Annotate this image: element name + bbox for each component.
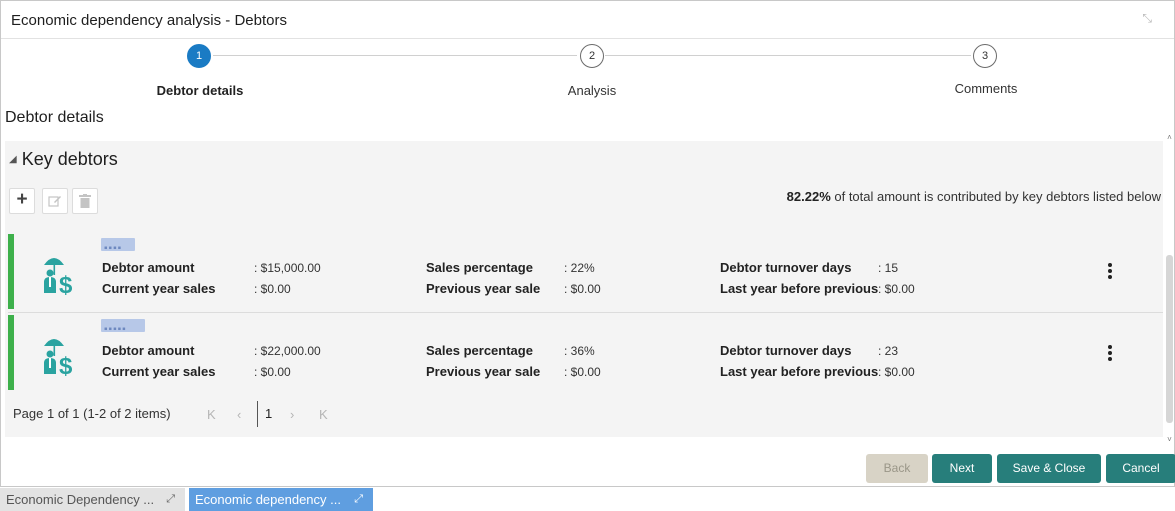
previous-year-sale-value: : $0.00 bbox=[564, 365, 601, 379]
debtor-card: $ ▪▪▪▪▪ Debtor amount : $22,000.00 Curre… bbox=[8, 315, 1163, 390]
taskbar-tab-label: Economic dependency ... bbox=[195, 492, 341, 507]
page-title: Debtor details bbox=[5, 109, 104, 126]
title-bar: Economic dependency analysis - Debtors ⤡ bbox=[1, 1, 1174, 39]
card-menu-kebab-icon[interactable] bbox=[1104, 262, 1116, 282]
back-button[interactable]: Back bbox=[866, 454, 928, 483]
vertical-scrollbar[interactable]: ˄ ˅ bbox=[1165, 133, 1174, 445]
key-debtors-panel: ◢ Key debtors + 82.22% of total amount is… bbox=[5, 141, 1163, 437]
step-3-label[interactable]: Comments bbox=[955, 81, 1018, 96]
previous-year-sale-label: Previous year sale bbox=[426, 281, 541, 296]
debtor-amount-label: Debtor amount bbox=[102, 343, 195, 358]
previous-year-sale-value: : $0.00 bbox=[564, 282, 601, 296]
sales-percentage-value: : 22% bbox=[564, 261, 595, 275]
step-connector bbox=[213, 55, 577, 56]
edit-debtor-button[interactable] bbox=[42, 188, 68, 214]
expand-arrows-icon[interactable]: ⤢ bbox=[166, 488, 175, 511]
step-3-circle[interactable]: 3 bbox=[973, 44, 997, 68]
card-menu-kebab-icon[interactable] bbox=[1104, 344, 1116, 364]
edit-icon bbox=[48, 196, 61, 207]
train-stepper: 1 2 3 Debtor details Analysis Comments bbox=[1, 41, 1174, 101]
debtor-card: $ ▪▪▪▪ Debtor amount : $15,000.00 Curren… bbox=[8, 234, 1163, 309]
step-1-circle[interactable]: 1 bbox=[187, 44, 211, 68]
previous-year-sale-label: Previous year sale bbox=[426, 364, 541, 379]
last-page-icon[interactable]: K bbox=[319, 407, 328, 422]
svg-text:$: $ bbox=[59, 353, 73, 376]
cancel-button[interactable]: Cancel bbox=[1106, 454, 1175, 483]
taskbar-tab-label: Economic Dependency ... bbox=[6, 492, 155, 507]
step-2-circle[interactable]: 2 bbox=[580, 44, 604, 68]
expand-arrows-icon[interactable]: ⤢ bbox=[354, 488, 363, 511]
economic-dependency-window: Economic dependency analysis - Debtors ⤡… bbox=[0, 0, 1175, 487]
svg-text:$: $ bbox=[59, 272, 73, 295]
add-debtor-button[interactable]: + bbox=[9, 188, 35, 214]
last-year-before-previous-label: Last year before previous bbox=[720, 364, 879, 379]
debtor-name[interactable]: ▪▪▪▪▪ bbox=[101, 319, 145, 335]
next-page-icon[interactable]: › bbox=[290, 407, 294, 422]
debtor-amount-value: : $22,000.00 bbox=[254, 344, 321, 358]
previous-page-icon[interactable]: ‹ bbox=[237, 407, 241, 422]
taskbar-tab[interactable]: Economic Dependency ... ⤢ bbox=[0, 488, 185, 511]
debtor-money-icon: $ bbox=[44, 339, 73, 376]
scroll-thumb[interactable] bbox=[1166, 255, 1173, 423]
current-page-number[interactable]: 1 bbox=[257, 401, 277, 427]
contribution-text: of total amount is contributed by key de… bbox=[830, 189, 1161, 204]
key-debtors-title: Key debtors bbox=[21, 149, 118, 169]
first-page-icon[interactable]: K bbox=[207, 407, 216, 422]
debtor-turnover-days-label: Debtor turnover days bbox=[720, 260, 852, 275]
debtor-name[interactable]: ▪▪▪▪ bbox=[101, 238, 135, 254]
step-connector bbox=[605, 55, 971, 56]
delete-debtor-button[interactable] bbox=[72, 188, 98, 214]
step-1-label[interactable]: Debtor details bbox=[157, 83, 244, 98]
debtor-amount-label: Debtor amount bbox=[102, 260, 195, 275]
last-year-before-previous-value: : $0.00 bbox=[878, 365, 915, 379]
expand-arrows-icon[interactable]: ⤡ bbox=[1142, 11, 1152, 26]
trash-icon bbox=[79, 194, 91, 208]
current-year-sales-label: Current year sales bbox=[102, 281, 216, 296]
current-year-sales-value: : $0.00 bbox=[254, 365, 291, 379]
next-button[interactable]: Next bbox=[932, 454, 992, 483]
collapse-caret-icon[interactable]: ◢ bbox=[9, 154, 17, 165]
window-title: Economic dependency analysis - Debtors bbox=[11, 12, 287, 29]
window-taskbar: Economic Dependency ... ⤢ Economic depen… bbox=[0, 487, 1175, 511]
scroll-up-icon[interactable]: ˄ bbox=[1165, 133, 1174, 143]
plus-icon: + bbox=[16, 189, 28, 210]
sales-percentage-label: Sales percentage bbox=[426, 260, 533, 275]
debtor-turnover-days-value: : 15 bbox=[878, 261, 899, 275]
debtor-money-icon: $ bbox=[44, 258, 73, 295]
key-debtors-header[interactable]: ◢ Key debtors bbox=[9, 149, 118, 170]
current-year-sales-value: : $0.00 bbox=[254, 282, 291, 296]
sales-percentage-value: : 36% bbox=[564, 344, 595, 358]
save-and-close-button[interactable]: Save & Close bbox=[997, 454, 1101, 483]
debtor-amount-value: : $15,000.00 bbox=[254, 261, 321, 275]
debtor-turnover-days-value: : 23 bbox=[878, 344, 899, 358]
last-year-before-previous-value: : $0.00 bbox=[878, 282, 915, 296]
taskbar-tab-active[interactable]: Economic dependency ... ⤢ bbox=[189, 488, 373, 511]
sales-percentage-label: Sales percentage bbox=[426, 343, 533, 358]
scroll-down-icon[interactable]: ˅ bbox=[1165, 435, 1174, 445]
last-year-before-previous-label: Last year before previous bbox=[720, 281, 879, 296]
current-year-sales-label: Current year sales bbox=[102, 364, 216, 379]
contribution-summary: 82.22% of total amount is contributed by… bbox=[787, 189, 1161, 204]
debtor-turnover-days-label: Debtor turnover days bbox=[720, 343, 852, 358]
step-2-label[interactable]: Analysis bbox=[568, 83, 616, 98]
pagination-summary: Page 1 of 1 (1-2 of 2 items) bbox=[13, 406, 171, 421]
contribution-percent: 82.22% bbox=[786, 189, 831, 204]
card-divider bbox=[8, 312, 1163, 313]
